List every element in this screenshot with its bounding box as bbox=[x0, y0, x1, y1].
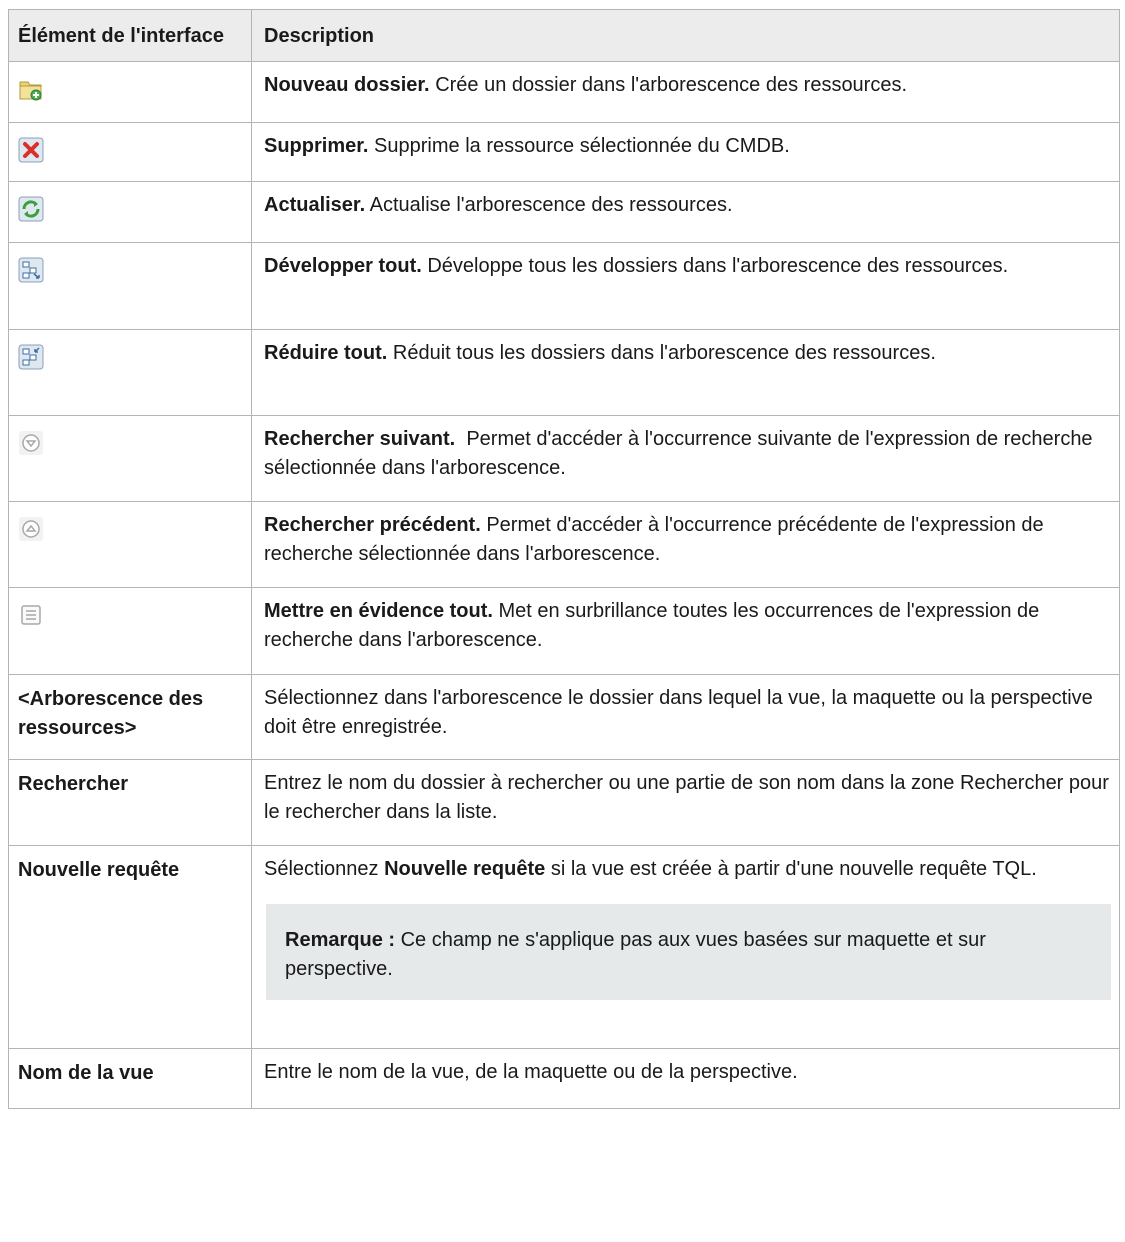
term: Actualiser. bbox=[264, 194, 366, 216]
find-next-icon bbox=[18, 430, 44, 456]
element-name: <Arborescence des ressources> bbox=[18, 688, 204, 739]
description-cell: Sélectionnez dans l'arborescence le doss… bbox=[251, 674, 1120, 760]
icon-cell bbox=[8, 501, 252, 588]
icon-cell bbox=[8, 329, 252, 416]
collapse-all-icon bbox=[18, 344, 44, 370]
table-row: Nouvelle requête Sélectionnez Nouvelle r… bbox=[8, 845, 1120, 1049]
description-cell: Actualiser. Actualise l'arborescence des… bbox=[251, 181, 1120, 243]
term: Réduire tout. bbox=[264, 342, 388, 364]
description-cell: Mettre en évidence tout. Met en surbrill… bbox=[251, 587, 1120, 675]
table-row: Nom de la vue Entre le nom de la vue, de… bbox=[8, 1048, 1120, 1109]
find-previous-icon bbox=[18, 516, 44, 542]
description-cell: Développer tout. Développe tous les doss… bbox=[251, 242, 1120, 330]
description: Crée un dossier dans l'arborescence des … bbox=[435, 74, 908, 96]
element-label: <Arborescence des ressources> bbox=[8, 674, 252, 760]
ui-elements-table: Élément de l'interface Description Nouve… bbox=[8, 9, 1120, 1109]
description: Réduit tous les dossiers dans l'arboresc… bbox=[392, 342, 936, 364]
term: Rechercher précédent. bbox=[264, 514, 481, 536]
table-row: Nouveau dossier. Crée un dossier dans l'… bbox=[8, 61, 1120, 123]
description-cell: Entre le nom de la vue, de la maquette o… bbox=[251, 1048, 1120, 1109]
description: Supprime la ressource sélectionnée du CM… bbox=[374, 135, 790, 157]
note-box: Remarque : Ce champ ne s'applique pas au… bbox=[266, 904, 1111, 1000]
icon-cell bbox=[8, 587, 252, 675]
header-ui-element: Élément de l'interface bbox=[8, 9, 252, 62]
table-row: Rechercher précédent. Permet d'accéder à… bbox=[8, 501, 1120, 588]
description-cell: Entrez le nom du dossier à rechercher ou… bbox=[251, 759, 1120, 846]
expand-all-icon bbox=[18, 257, 44, 283]
header-description: Description bbox=[251, 9, 1120, 62]
description-cell: Rechercher suivant. Permet d'accéder à l… bbox=[251, 415, 1120, 502]
term: Rechercher suivant. bbox=[264, 428, 456, 450]
table-row: Mettre en évidence tout. Met en surbrill… bbox=[8, 587, 1120, 675]
delete-icon bbox=[18, 137, 44, 163]
element-name: Nouvelle requête bbox=[18, 859, 180, 881]
element-name: Nom de la vue bbox=[18, 1062, 154, 1084]
table-row: <Arborescence des ressources> Sélectionn… bbox=[8, 674, 1120, 760]
table-row: Réduire tout. Réduit tous les dossiers d… bbox=[8, 329, 1120, 416]
term: Mettre en évidence tout. bbox=[264, 600, 493, 622]
description: Entre le nom de la vue, de la maquette o… bbox=[264, 1061, 798, 1083]
term: Nouveau dossier. bbox=[264, 74, 430, 96]
icon-cell bbox=[8, 181, 252, 243]
description-cell: Nouveau dossier. Crée un dossier dans l'… bbox=[251, 61, 1120, 123]
term: Développer tout. bbox=[264, 255, 422, 277]
icon-cell bbox=[8, 122, 252, 182]
table-row: Actualiser. Actualise l'arborescence des… bbox=[8, 181, 1120, 243]
table-row: Supprimer. Supprime la ressource sélecti… bbox=[8, 122, 1120, 182]
table-header-row: Élément de l'interface Description bbox=[8, 9, 1120, 62]
icon-cell bbox=[8, 242, 252, 330]
description-cell: Supprimer. Supprime la ressource sélecti… bbox=[251, 122, 1120, 182]
table-row: Développer tout. Développe tous les doss… bbox=[8, 242, 1120, 330]
element-name: Rechercher bbox=[18, 773, 129, 795]
description-cell: Réduire tout. Réduit tous les dossiers d… bbox=[251, 329, 1120, 416]
element-label: Nom de la vue bbox=[8, 1048, 252, 1109]
icon-cell bbox=[8, 415, 252, 502]
element-label: Rechercher bbox=[8, 759, 252, 846]
term: Supprimer. bbox=[264, 135, 369, 157]
description-pre: Sélectionnez bbox=[264, 858, 379, 880]
description: Développe tous les dossiers dans l'arbor… bbox=[427, 255, 1009, 277]
table-row: Rechercher Entrez le nom du dossier à re… bbox=[8, 759, 1120, 846]
description: Actualise l'arborescence des ressources. bbox=[369, 194, 733, 216]
description-bold: Nouvelle requête bbox=[384, 858, 546, 880]
description-cell: Rechercher précédent. Permet d'accéder à… bbox=[251, 501, 1120, 588]
description: Sélectionnez dans l'arborescence le doss… bbox=[264, 687, 1093, 738]
note-label: Remarque : bbox=[285, 929, 396, 951]
highlight-all-icon bbox=[18, 602, 44, 628]
icon-cell bbox=[8, 61, 252, 123]
element-label: Nouvelle requête bbox=[8, 845, 252, 1049]
description-post: si la vue est créée à partir d'une nouve… bbox=[550, 858, 1037, 880]
description-cell: Sélectionnez Nouvelle requête si la vue … bbox=[251, 845, 1120, 1049]
description: Entrez le nom du dossier à rechercher ou… bbox=[264, 772, 1109, 823]
refresh-icon bbox=[18, 196, 44, 222]
table-row: Rechercher suivant. Permet d'accéder à l… bbox=[8, 415, 1120, 502]
new-folder-icon bbox=[18, 76, 44, 102]
